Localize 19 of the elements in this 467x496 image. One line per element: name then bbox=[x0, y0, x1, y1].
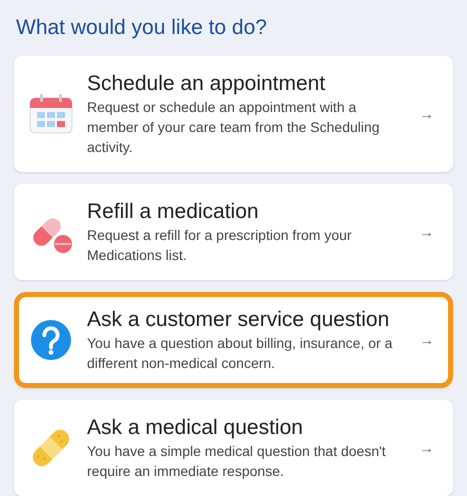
option-card[interactable]: Ask a customer service question You have a question about billing, insurance, or a different non-medical concern. → bbox=[14, 292, 453, 388]
option-description: Request a refill for a prescription from your Medications list. bbox=[87, 226, 353, 265]
option-card[interactable]: Schedule an appointment Request or schedule an appointment with a member of your care team from the Scheduling activity. → bbox=[14, 56, 453, 172]
arrow-icon: → bbox=[419, 106, 434, 122]
option-description: You have a simple medical question that doesn't require an immediate response. bbox=[87, 442, 387, 481]
option-title: Ask a medical question bbox=[87, 415, 304, 441]
page-heading: What would you like to do? bbox=[16, 16, 268, 40]
arrow-icon: → bbox=[419, 440, 434, 456]
option-description: You have a question about billing, insurance, or a different non-medical concern. bbox=[87, 334, 394, 373]
calendar-icon bbox=[29, 94, 73, 134]
arrow-icon: → bbox=[419, 224, 434, 240]
option-card[interactable]: Ask a medical question You have a simple medical question that doesn't require an immediate response. → bbox=[14, 400, 453, 496]
option-title: Schedule an appointment bbox=[87, 71, 326, 97]
help-icon bbox=[29, 319, 73, 361]
option-card[interactable]: Refill a medication Request a refill for a prescription from your Medications list. → bbox=[14, 184, 453, 280]
option-title: Refill a medication bbox=[87, 199, 260, 225]
option-title: Ask a customer service question bbox=[87, 307, 390, 333]
option-description: Request or schedule an appointment with a member of your care team from the Scheduling activity. bbox=[87, 98, 381, 157]
arrow-icon: → bbox=[419, 332, 434, 348]
